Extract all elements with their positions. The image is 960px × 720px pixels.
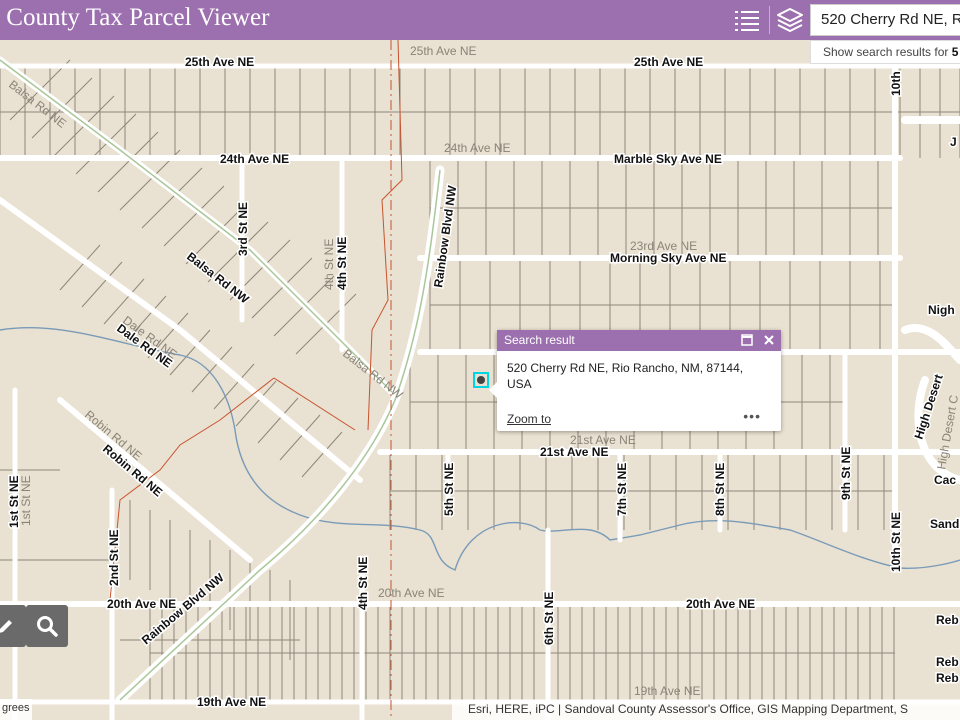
label-21st-ave: 21st Ave NE	[540, 445, 608, 459]
label-10th-top: 10th	[889, 71, 903, 96]
label-19th-light: 19th Ave NE	[634, 684, 701, 698]
popup-header: Search result	[497, 330, 781, 351]
label-10th-st: 10th St NE	[889, 512, 903, 572]
label-morning-sky: Morning Sky Ave NE	[610, 251, 726, 265]
label-marble-sky: Marble Sky Ave NE	[614, 152, 722, 166]
layers-icon	[777, 8, 803, 32]
label-4th-st-b: 4th St NE	[356, 557, 370, 610]
close-icon	[764, 335, 774, 345]
label-j: J	[950, 135, 957, 149]
label-20th-ave-b: 20th Ave NE	[686, 597, 755, 611]
label-6th-st: 6th St NE	[542, 592, 556, 645]
search-result-popup: Search result 520 Cherry Rd NE, Rio Ranc…	[489, 330, 781, 431]
label-7th-st: 7th St NE	[615, 463, 629, 516]
search-suggestion-term: 5	[951, 45, 959, 59]
search-icon	[37, 616, 58, 637]
label-night: Nigh	[928, 303, 955, 317]
location-marker-icon[interactable]	[477, 376, 485, 384]
label-19th-ave: 19th Ave NE	[197, 695, 266, 709]
label-25th-light: 25th Ave NE	[410, 44, 477, 58]
label-25th-ave: 25th Ave NE	[185, 55, 254, 69]
zoom-to-link[interactable]: Zoom to	[507, 412, 551, 426]
label-24th-light: 24th Ave NE	[444, 141, 511, 155]
label-reb-2: Reb	[936, 655, 959, 669]
label-24th-ave: 24th Ave NE	[220, 152, 289, 166]
pencil-icon	[0, 620, 12, 633]
label-1st-st-light: 1st St NE	[19, 475, 33, 526]
coordinate-readout: grees	[0, 699, 32, 720]
label-4th-st-light: 4th St NE	[322, 239, 336, 290]
layers-button[interactable]	[770, 0, 810, 40]
label-20th-light: 20th Ave NE	[378, 586, 445, 600]
search-input[interactable]: 520 Cherry Rd NE, R	[810, 4, 960, 36]
close-button[interactable]	[761, 332, 777, 348]
more-options-button[interactable]: •••	[743, 408, 761, 424]
label-8th-st: 8th St NE	[713, 463, 727, 516]
label-reb: Reb	[936, 613, 959, 627]
label-reb-3: Reb	[936, 671, 959, 685]
label-5th-st: 5th St NE	[442, 463, 456, 516]
list-button[interactable]	[727, 0, 767, 40]
label-9th-st: 9th St NE	[839, 447, 853, 500]
app-title: al County Tax Parcel Viewer	[0, 4, 270, 31]
search-suggestion[interactable]: Show search results for 5	[810, 40, 960, 64]
label-4th-st: 4th St NE	[335, 237, 349, 290]
maximize-button[interactable]	[739, 332, 755, 348]
label-sand: Sand	[930, 517, 959, 531]
label-2nd-st: 2nd St NE	[107, 529, 121, 586]
attribution-bar: Esri, HERE, iPC | Sandoval County Assess…	[452, 700, 960, 720]
maximize-icon	[741, 334, 753, 346]
search-suggestion-prefix: Show search results for	[823, 45, 952, 59]
map-canvas[interactable]: 25th Ave NE 25th Ave NE 25th Ave NE 24th…	[0, 0, 960, 720]
popup-pointer	[489, 382, 497, 398]
label-cac: Cac	[934, 473, 956, 487]
label-25th-ave-b: 25th Ave NE	[634, 55, 703, 69]
label-3rd-st: 3rd St NE	[236, 202, 250, 256]
list-icon	[735, 11, 759, 31]
popup-title: Search result	[504, 333, 575, 347]
popup-address: 520 Cherry Rd NE, Rio Rancho, NM, 87144,…	[507, 361, 744, 391]
label-20th-ave: 20th Ave NE	[107, 597, 176, 611]
search-tool-button[interactable]	[26, 605, 68, 647]
edit-tool-button[interactable]	[0, 605, 26, 647]
